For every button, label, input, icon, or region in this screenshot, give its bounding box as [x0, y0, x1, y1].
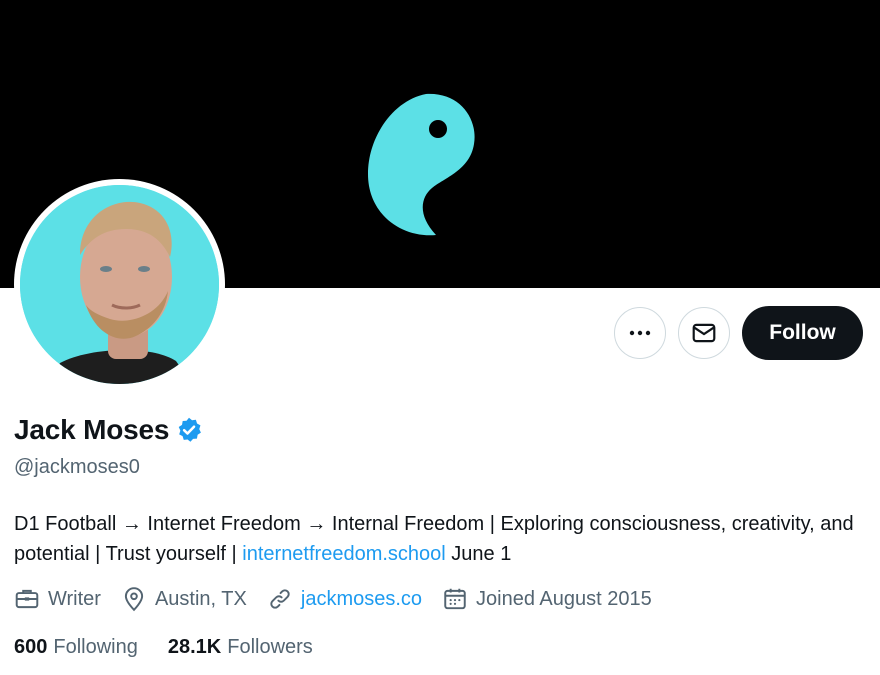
link-icon [270, 589, 290, 609]
more-icon [629, 330, 651, 336]
following-count: 600 [14, 636, 48, 658]
profile-handle: @jackmoses0 [14, 456, 140, 478]
follow-button[interactable]: Follow [742, 306, 863, 360]
followers-label: Followers [227, 636, 313, 658]
calendar-icon [444, 588, 466, 610]
profile-name-row: Jack Moses [14, 414, 203, 446]
followers-count: 28.1K [167, 636, 222, 658]
location-label: Austin, TX [154, 587, 247, 610]
avatar[interactable] [14, 179, 225, 390]
yin-yang-logo [368, 93, 475, 236]
location-item: Austin, TX [121, 586, 247, 612]
joined-label: Joined August 2015 [476, 587, 652, 610]
location-pin-icon [124, 587, 144, 612]
profile-name: Jack Moses [14, 414, 170, 445]
profile-stats: 600 Following 28.1K Followers [14, 636, 313, 659]
profile-bio: D1 Football → Internet Freedom → Interna… [14, 509, 864, 569]
followers-stat[interactable]: 28.1K Followers [168, 636, 313, 659]
website-link[interactable]: jackmoses.co [301, 588, 422, 611]
website-item[interactable]: jackmoses.co [267, 586, 422, 612]
profile-meta: Writer Austin, TX jackmoses.co Joined Au… [14, 586, 652, 612]
joined-item: Joined August 2015 [442, 586, 652, 612]
bio-link[interactable]: internetfreedom.school [242, 543, 445, 565]
following-stat[interactable]: 600 Following [14, 636, 138, 659]
verified-badge-icon[interactable] [175, 416, 203, 444]
more-button[interactable] [614, 307, 666, 359]
following-label: Following [53, 636, 138, 658]
avatar-photo [20, 185, 219, 384]
bio-text-end: June 1 [445, 543, 512, 565]
mail-icon [692, 323, 716, 343]
profession-item: Writer [14, 586, 101, 612]
briefcase-icon [15, 589, 39, 609]
profession-label: Writer [48, 587, 101, 610]
profile-actions: Follow [614, 306, 863, 360]
message-button[interactable] [678, 307, 730, 359]
